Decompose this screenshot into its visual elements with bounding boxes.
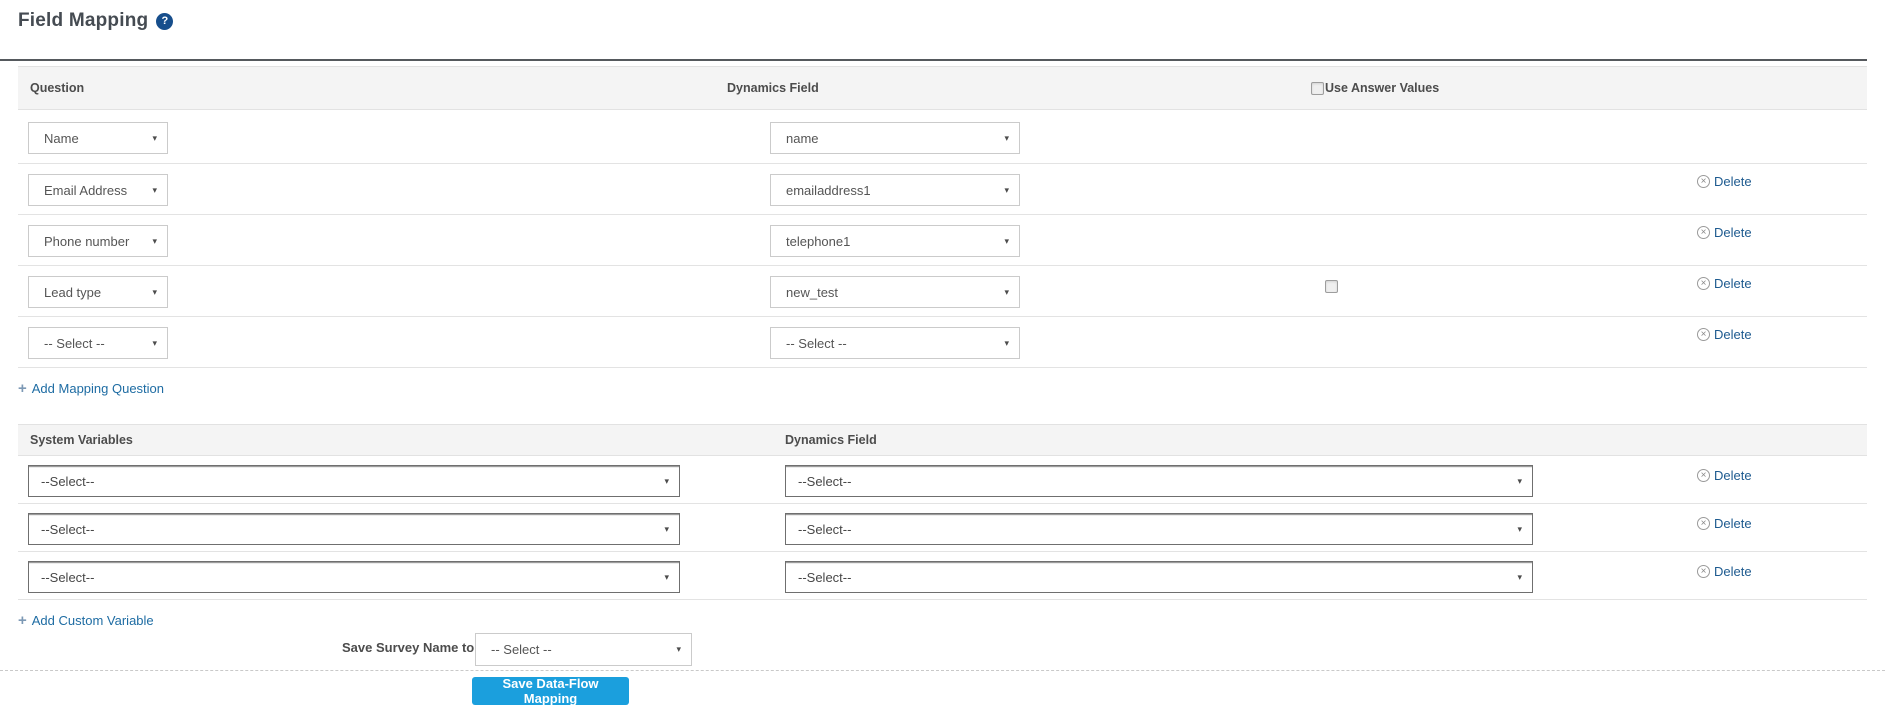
- use-answer-values-row-checkbox[interactable]: [1325, 280, 1338, 293]
- delete-row-link[interactable]: × Delete: [1697, 174, 1752, 189]
- system-variable-select[interactable]: --Select-- ▾: [28, 513, 680, 545]
- header-dynamics-field: Dynamics Field: [785, 433, 877, 447]
- dynamics-field-select[interactable]: -- Select -- ▾: [770, 327, 1020, 359]
- dynamics-field-select[interactable]: emailaddress1 ▾: [770, 174, 1020, 206]
- delete-row-link[interactable]: × Delete: [1697, 327, 1752, 342]
- system-variable-row: --Select-- ▾ --Select-- ▾ × Delete: [18, 552, 1867, 600]
- system-table-header: System Variables Dynamics Field: [18, 424, 1867, 456]
- add-mapping-question-link[interactable]: + Add Mapping Question: [18, 381, 164, 396]
- mapping-row: Email Address ▾ emailaddress1 ▾ × Delete: [18, 164, 1867, 215]
- dropdown-arrow-icon: ▾: [676, 645, 691, 654]
- use-answer-values-checkbox[interactable]: [1311, 82, 1324, 95]
- delete-circle-icon: ×: [1697, 175, 1710, 188]
- dropdown-arrow-icon: ▾: [152, 186, 167, 195]
- question-mapping-table: Question Dynamics Field Use Answer Value…: [18, 66, 1867, 368]
- dashed-divider: [0, 670, 1885, 671]
- add-custom-variable-link[interactable]: + Add Custom Variable: [18, 613, 154, 628]
- question-select[interactable]: Lead type ▾: [28, 276, 168, 308]
- dropdown-arrow-icon: ▾: [1004, 186, 1019, 195]
- system-variable-row: --Select-- ▾ --Select-- ▾ × Delete: [18, 504, 1867, 552]
- delete-row-link[interactable]: × Delete: [1697, 516, 1752, 531]
- header-dynamics-field: Dynamics Field: [727, 81, 819, 95]
- dropdown-arrow-icon: ▾: [1004, 237, 1019, 246]
- delete-row-link[interactable]: × Delete: [1697, 564, 1752, 579]
- delete-circle-icon: ×: [1697, 469, 1710, 482]
- system-variable-row: --Select-- ▾ --Select-- ▾ × Delete: [18, 456, 1867, 504]
- page-title: Field Mapping: [18, 10, 148, 32]
- field-mapping-page: Field Mapping ? Question Dynamics Field …: [0, 0, 1885, 712]
- dynamics-field-select[interactable]: --Select-- ▾: [785, 561, 1533, 593]
- header-system-variables: System Variables: [30, 433, 133, 447]
- dropdown-arrow-icon: ▾: [1004, 339, 1019, 348]
- dropdown-arrow-icon: ▾: [152, 339, 167, 348]
- dropdown-arrow-icon: ▾: [1517, 525, 1532, 534]
- dynamics-field-select[interactable]: telephone1 ▾: [770, 225, 1020, 257]
- question-select[interactable]: Name ▾: [28, 122, 168, 154]
- plus-icon: +: [18, 381, 27, 396]
- system-variables-table: System Variables Dynamics Field --Select…: [18, 424, 1867, 600]
- save-survey-name-label: Save Survey Name to :: [342, 640, 482, 655]
- delete-circle-icon: ×: [1697, 328, 1710, 341]
- question-select[interactable]: -- Select -- ▾: [28, 327, 168, 359]
- title-divider: [0, 59, 1867, 61]
- dropdown-arrow-icon: ▾: [1517, 477, 1532, 486]
- delete-row-link[interactable]: × Delete: [1697, 276, 1752, 291]
- save-survey-name-select[interactable]: -- Select -- ▾: [475, 633, 692, 666]
- dynamics-field-select[interactable]: name ▾: [770, 122, 1020, 154]
- dropdown-arrow-icon: ▾: [1517, 573, 1532, 582]
- question-table-header: Question Dynamics Field Use Answer Value…: [18, 66, 1867, 110]
- delete-circle-icon: ×: [1697, 277, 1710, 290]
- dropdown-arrow-icon: ▾: [664, 525, 679, 534]
- delete-row-link[interactable]: × Delete: [1697, 468, 1752, 483]
- delete-circle-icon: ×: [1697, 565, 1710, 578]
- delete-circle-icon: ×: [1697, 517, 1710, 530]
- dynamics-field-select[interactable]: --Select-- ▾: [785, 465, 1533, 497]
- question-select[interactable]: Email Address ▾: [28, 174, 168, 206]
- dropdown-arrow-icon: ▾: [664, 477, 679, 486]
- mapping-row: -- Select -- ▾ -- Select -- ▾ × Delete: [18, 317, 1867, 368]
- page-header: Field Mapping ?: [18, 10, 173, 32]
- mapping-row: Lead type ▾ new_test ▾ × Delete: [18, 266, 1867, 317]
- help-icon[interactable]: ?: [156, 13, 173, 30]
- header-question: Question: [30, 81, 84, 95]
- delete-circle-icon: ×: [1697, 226, 1710, 239]
- system-variable-select[interactable]: --Select-- ▾: [28, 465, 680, 497]
- use-answer-values-label: Use Answer Values: [1325, 81, 1439, 95]
- dropdown-arrow-icon: ▾: [152, 237, 167, 246]
- plus-icon: +: [18, 613, 27, 628]
- dropdown-arrow-icon: ▾: [1004, 288, 1019, 297]
- header-use-answer-values: Use Answer Values: [1311, 81, 1439, 95]
- delete-row-link[interactable]: × Delete: [1697, 225, 1752, 240]
- dynamics-field-select[interactable]: new_test ▾: [770, 276, 1020, 308]
- mapping-row: Phone number ▾ telephone1 ▾ × Delete: [18, 215, 1867, 266]
- dynamics-field-select[interactable]: --Select-- ▾: [785, 513, 1533, 545]
- dropdown-arrow-icon: ▾: [152, 288, 167, 297]
- system-variable-select[interactable]: --Select-- ▾: [28, 561, 680, 593]
- dropdown-arrow-icon: ▾: [1004, 134, 1019, 143]
- dropdown-arrow-icon: ▾: [152, 134, 167, 143]
- question-select[interactable]: Phone number ▾: [28, 225, 168, 257]
- save-data-flow-mapping-button[interactable]: Save Data-Flow Mapping: [472, 677, 629, 705]
- dropdown-arrow-icon: ▾: [664, 573, 679, 582]
- mapping-row: Name ▾ name ▾: [18, 110, 1867, 164]
